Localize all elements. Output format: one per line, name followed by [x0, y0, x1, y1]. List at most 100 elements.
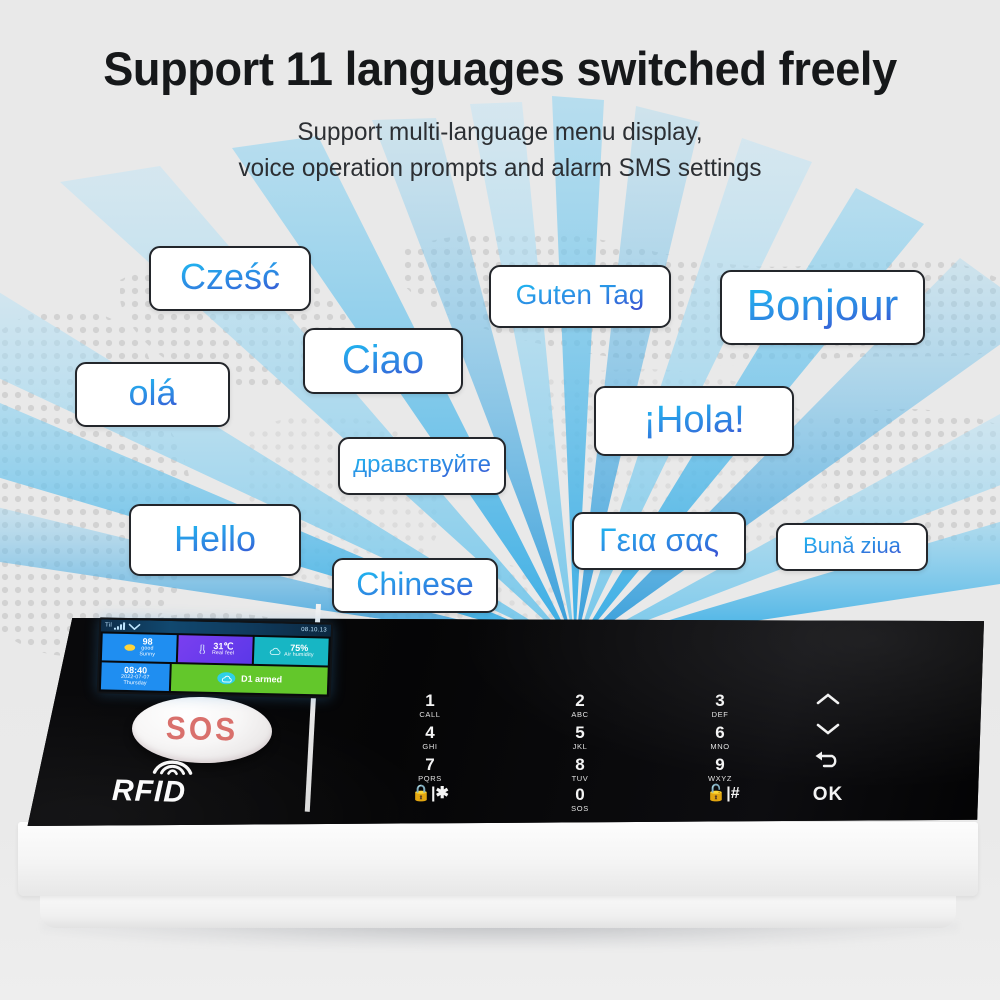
language-bubble-english[interactable]: Hello: [129, 504, 301, 576]
key-sublabel: JKL: [572, 741, 588, 751]
key-number: 9: [715, 755, 725, 774]
key-8[interactable]: 8 TUV: [552, 756, 608, 782]
language-bubble-label: ¡Hola!: [643, 398, 745, 441]
key-number: 8: [575, 755, 585, 774]
key-number: 4: [425, 723, 435, 742]
key-zero-sub: SOS: [571, 803, 589, 813]
language-bubble-label: Guten Tag: [515, 279, 645, 310]
language-bubble-label: дравствуйте: [353, 450, 491, 478]
language-bubble-greek[interactable]: Γεια σας: [572, 512, 746, 570]
lcd-status-left: Til: [104, 621, 141, 631]
tile-humidity[interactable]: 75% Air humidity: [253, 636, 329, 666]
language-bubble-romanian[interactable]: Bună ziua: [776, 523, 928, 571]
key-arm-star[interactable]: 🔒|✱: [402, 786, 458, 802]
key-back[interactable]: [804, 750, 850, 773]
subtitle-line-1: Support multi-language menu display,: [297, 118, 703, 147]
signal-bars-icon: [113, 622, 126, 630]
keypad: 🔒|✱ 0 SOS 🔓|# OK 1 CALL 2 ABC 3 DEF 4 GH…: [400, 688, 890, 813]
key-disarm-hash[interactable]: 🔓|#: [692, 786, 754, 802]
lock-icon: 🔒|✱: [411, 785, 449, 802]
key-4[interactable]: 4 GHI: [402, 724, 458, 750]
tile-humidity-text: 75% Air humidity: [284, 643, 314, 659]
key-zero-number: 0: [575, 785, 585, 804]
page-title: Support 11 languages switched freely: [103, 42, 897, 95]
sos-button-label: SOS: [165, 710, 239, 749]
header-block: Support 11 languages switched freely Sup…: [0, 0, 1000, 186]
key-down[interactable]: [808, 722, 848, 740]
key-number: 2: [575, 691, 585, 710]
language-bubble-label: Γεια σας: [598, 521, 720, 558]
promo-page: Support 11 languages switched freely Sup…: [0, 0, 1000, 1000]
subtitle-line-2: voice operation prompts and alarm SMS se…: [238, 153, 762, 182]
key-up[interactable]: [808, 692, 848, 710]
key-7[interactable]: 7 PQRS: [402, 756, 458, 782]
key-number: 7: [425, 755, 435, 774]
sun-icon: [124, 644, 136, 651]
humidity-icon: [269, 648, 281, 656]
key-1[interactable]: 1 CALL: [402, 692, 458, 718]
tile-arm-status[interactable]: D1 armed: [170, 663, 328, 695]
language-bubble-label: Chinese: [356, 566, 474, 602]
lcd-row-top: 98 good Sunny 31℃ Real feel 75% Air humi…: [101, 633, 329, 666]
tile-temperature-text: 31℃ Real feel: [211, 641, 235, 658]
rfid-waves-icon: [152, 760, 193, 776]
language-bubble-polish[interactable]: Cześć: [149, 246, 311, 311]
thermometer-icon: [199, 644, 205, 654]
key-5[interactable]: 5 JKL: [552, 724, 608, 750]
language-bubble-label: Ciao: [341, 337, 425, 382]
tile-arm-status-label: D1 armed: [240, 673, 283, 685]
down-chevron-icon: [816, 723, 840, 735]
language-bubble-italian[interactable]: Ciao: [303, 328, 463, 394]
key-ok[interactable]: OK: [800, 784, 856, 806]
language-bubble-french[interactable]: Bonjour: [720, 270, 925, 345]
key-sublabel: DEF: [711, 709, 729, 719]
key-sublabel: MNO: [710, 741, 730, 751]
key-sublabel: TUV: [571, 773, 589, 783]
tile-clock-weekday: Thursday: [123, 680, 147, 687]
up-chevron-icon: [816, 693, 840, 705]
tile-humidity-caption: Air humidity: [284, 651, 314, 659]
key-sublabel: CALL: [419, 709, 441, 719]
rfid-label: RFID: [111, 773, 187, 810]
rfid-badge: RFID: [111, 760, 193, 810]
language-bubble-label: Bună ziua: [803, 532, 901, 558]
language-bubble-label: Cześć: [179, 256, 281, 297]
key-number: 5: [575, 723, 585, 742]
back-arrow-icon: [815, 751, 837, 768]
unlock-icon: 🔓|#: [706, 785, 740, 802]
tile-temperature[interactable]: 31℃ Real feel: [177, 635, 253, 665]
key-ok-label: OK: [812, 784, 844, 805]
key-zero-sos[interactable]: 0 SOS: [552, 786, 608, 812]
key-3[interactable]: 3 DEF: [692, 692, 748, 718]
key-number: 1: [425, 691, 435, 710]
language-bubble-label: Bonjour: [746, 281, 899, 330]
tile-weather-text: 98 good Sunny: [139, 636, 156, 659]
key-sublabel: ABC: [571, 709, 589, 719]
tile-weather-caption2: Sunny: [139, 651, 156, 658]
alarm-panel-device: SOS RFID 🔒|✱ 0 SOS 🔓|# OK 1 CALL 2 ABC 3…: [0, 600, 1000, 1000]
language-bubble-label: Hello: [173, 517, 257, 559]
key-number: 3: [715, 691, 725, 710]
tile-weather[interactable]: 98 good Sunny: [101, 633, 178, 663]
key-9[interactable]: 9 WXYZ: [692, 756, 748, 782]
lcd-signal-label: Til: [104, 622, 113, 629]
key-2[interactable]: 2 ABC: [552, 692, 608, 718]
lcd-tile-grid: 98 good Sunny 31℃ Real feel 75% Air humi…: [99, 631, 331, 696]
language-bubble-spanish[interactable]: ¡Hola!: [594, 386, 794, 456]
language-bubble-german[interactable]: Guten Tag: [489, 265, 671, 328]
tile-temperature-caption: Real feel: [211, 650, 235, 657]
key-6[interactable]: 6 MNO: [692, 724, 748, 750]
key-number: 6: [715, 723, 725, 742]
language-bubble-portuguese[interactable]: olá: [75, 362, 230, 427]
key-sublabel: WXYZ: [707, 773, 733, 783]
key-sublabel: PQRS: [418, 773, 442, 783]
lcd-row-bottom: 08:40 2022-07-07 Thursday D1 armed: [100, 662, 328, 695]
tile-clock[interactable]: 08:40 2022-07-07 Thursday: [100, 662, 170, 691]
language-bubble-label: olá: [128, 372, 177, 413]
shield-icon: [217, 672, 236, 685]
language-bubble-russian[interactable]: дравствуйте: [338, 437, 506, 495]
device-white-body: [18, 822, 978, 896]
lcd-status-right: 08.10.13: [301, 626, 328, 634]
wifi-icon: [128, 623, 141, 631]
lcd-screen[interactable]: Til 08.10.13 98 good Sunny 31℃ Real feel…: [96, 617, 334, 699]
